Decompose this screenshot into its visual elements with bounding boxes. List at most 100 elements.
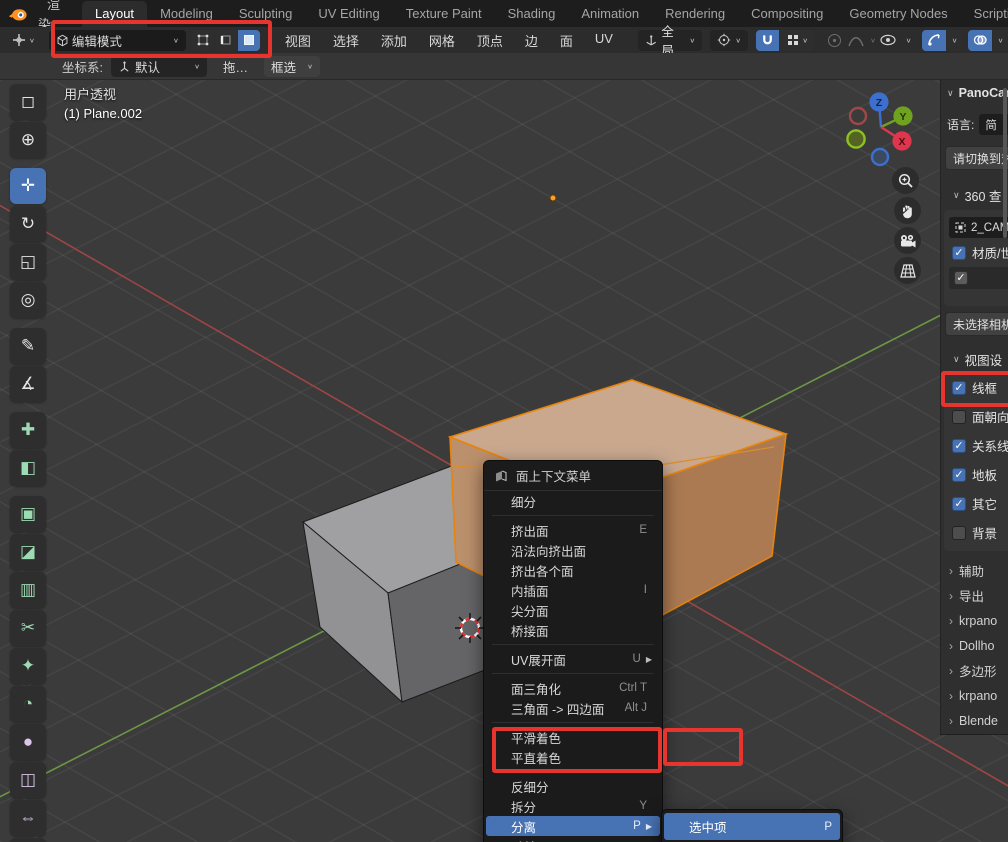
viewport-menu[interactable]: 添加 [370, 31, 418, 50]
viewport-3d[interactable]: 用户透视 (1) Plane.002 ◻ ⊕ ✛ ↻ ◱ ◎ ✎ [0, 80, 1008, 842]
workspace-tab[interactable]: Layout [82, 1, 147, 27]
face-select-button[interactable] [238, 30, 260, 51]
menu-item[interactable] [492, 673, 654, 674]
select-box-mode-dropdown[interactable]: 框选 ∨ [264, 56, 320, 77]
tool-measure-button[interactable]: ∡ [10, 366, 46, 402]
menu-item[interactable] [492, 771, 654, 772]
view-checkbox[interactable] [952, 526, 966, 540]
view-checkbox[interactable] [952, 410, 966, 424]
mode-dropdown[interactable]: 编辑模式 ∨ [49, 30, 186, 51]
collapsed-panel-header[interactable]: ›krpano [941, 608, 1008, 633]
tool-scale-button[interactable]: ◱ [10, 244, 46, 280]
workspace-tab[interactable]: Texture Paint [393, 1, 495, 27]
tool-smooth-button[interactable]: ● [10, 724, 46, 760]
drag-label[interactable]: 拖… [223, 57, 248, 76]
tool-annotate-button[interactable]: ✎ [10, 328, 46, 364]
tool-bevel-button[interactable]: ◪ [10, 534, 46, 570]
workspace-tab[interactable]: Animation [568, 1, 652, 27]
viewport-menu[interactable]: UV [584, 31, 624, 50]
workspace-tab[interactable]: Shading [495, 1, 569, 27]
viewport-menu[interactable]: 顶点 [466, 31, 514, 50]
pan-hand-button[interactable] [894, 197, 921, 224]
zoom-button[interactable] [892, 167, 919, 194]
camera-view-button[interactable] [894, 227, 921, 254]
menu-item[interactable]: UV展开面 U ▶ [484, 649, 662, 669]
tool-move-button[interactable]: ✛ [10, 168, 46, 204]
view-checkbox-row[interactable]: 面朝向 [944, 402, 1008, 431]
menu-item[interactable]: 三角面 -> 四边面 Alt J [484, 698, 662, 718]
menu-item[interactable]: 内插面 I [484, 580, 662, 600]
menu-item[interactable] [492, 644, 654, 645]
tool-shrink-fatten-button[interactable]: ⇔ [10, 800, 46, 836]
view-checkbox-row[interactable]: 线框 [944, 373, 1008, 402]
menu-item[interactable]: 面三角化 Ctrl T [484, 678, 662, 698]
menu-item[interactable]: 平滑着色 [484, 727, 662, 747]
tool-select-box-button[interactable]: ◻ [10, 84, 46, 120]
tool-rotate-button[interactable]: ↻ [10, 206, 46, 242]
view-checkbox-row[interactable]: 关系线 [944, 431, 1008, 460]
tool-3d-cursor-button[interactable]: ⊕ [10, 122, 46, 158]
camera-object-field[interactable]: 2_CAM [949, 217, 1008, 238]
edge-select-button[interactable] [215, 30, 237, 51]
visibility-group[interactable]: ∨ [876, 30, 916, 51]
tool-inset-faces-button[interactable]: ▣ [10, 496, 46, 532]
sidebar-scrollbar[interactable] [1003, 88, 1007, 238]
collapsed-panel-header[interactable]: ›Dollho [941, 633, 1008, 658]
panel-header-view-settings[interactable]: ∨视图设 [941, 350, 1008, 369]
collapsed-panel-header[interactable]: ›krpano [941, 683, 1008, 708]
tool-shear-button[interactable]: ▱ [10, 838, 46, 842]
view-checkbox[interactable] [952, 381, 966, 395]
menu-item[interactable]: 沿法向挤出面 [484, 540, 662, 560]
overlays-group[interactable]: ∨ [968, 30, 1008, 51]
tool-add-cube-button[interactable]: ✚ [10, 412, 46, 448]
viewport-menu[interactable]: 视图 [274, 31, 322, 50]
view-checkbox-row[interactable]: 其它 [944, 489, 1008, 518]
collapsed-panel-header[interactable]: ›Blende [941, 708, 1008, 733]
workspace-tab[interactable]: Sculpting [226, 1, 305, 27]
menu-item[interactable]: 反细分 [484, 776, 662, 796]
material-world-checkbox-row[interactable]: 材质/世界 [944, 238, 1008, 267]
workspace-tab[interactable]: UV Editing [305, 1, 392, 27]
panel-header-360[interactable]: ∨360 查 [941, 186, 1008, 205]
collapsed-panel-header[interactable]: ›多边形 [941, 658, 1008, 683]
collapsed-panel-header[interactable]: ›导出 [941, 583, 1008, 608]
viewport-menu[interactable]: 网格 [418, 31, 466, 50]
view-checkbox[interactable] [952, 439, 966, 453]
custom-orientation-dropdown[interactable]: 默认 ∨ [111, 56, 207, 77]
workspace-tab[interactable]: Geometry Nodes [836, 1, 960, 27]
inner-checkbox[interactable] [954, 271, 968, 285]
viewport-menu[interactable]: 面 [549, 31, 584, 50]
view-checkbox[interactable] [952, 497, 966, 511]
proportional-edit-group[interactable]: ∨ [827, 33, 876, 48]
menu-item[interactable]: 分离 P ▶ [486, 816, 660, 836]
vertex-select-button[interactable] [192, 30, 214, 51]
submenu-item[interactable]: 选中项 P [664, 813, 840, 840]
snap-target-dropdown[interactable]: ∨ [780, 30, 815, 51]
workspace-tab[interactable]: Modeling [147, 1, 226, 27]
panel-header-panocam[interactable]: ∨PanoCama [941, 86, 1008, 100]
perspective-toggle-button[interactable] [894, 257, 921, 284]
menu-item[interactable]: 细分 [484, 491, 662, 511]
view-checkbox-row[interactable]: 背景 [944, 518, 1008, 547]
editor-type-dropdown[interactable]: ∨ [6, 33, 41, 47]
menu-item[interactable]: 桥接面 [484, 620, 662, 640]
snap-toggle-button[interactable] [756, 30, 779, 51]
no-camera-selected-button[interactable]: 未选择相机 [945, 312, 1008, 336]
menu-item[interactable] [492, 722, 654, 723]
gizmos-group[interactable]: ∨ [922, 30, 962, 51]
material-world-checkbox[interactable] [952, 246, 966, 260]
pivot-point-dropdown[interactable]: ∨ [710, 30, 748, 51]
view-checkbox[interactable] [952, 468, 966, 482]
menu-item[interactable]: 拆分 Y [484, 796, 662, 816]
transform-orientation-dropdown[interactable]: 全局 ∨ [638, 30, 702, 51]
view-checkbox-row[interactable]: 地板 [944, 460, 1008, 489]
tool-extrude-button[interactable]: ◧ [10, 450, 46, 486]
tool-knife-button[interactable]: ✂ [10, 610, 46, 646]
menu-item[interactable]: 平直着色 [484, 747, 662, 767]
workspace-tab[interactable]: Compositing [738, 1, 836, 27]
menu-item[interactable] [492, 515, 654, 516]
viewport-menu[interactable]: 边 [514, 31, 549, 50]
workspace-tab[interactable]: Scripting [961, 1, 1008, 27]
menu-item[interactable]: 挤出面 E [484, 520, 662, 540]
tool-poly-build-button[interactable]: ✦ [10, 648, 46, 684]
